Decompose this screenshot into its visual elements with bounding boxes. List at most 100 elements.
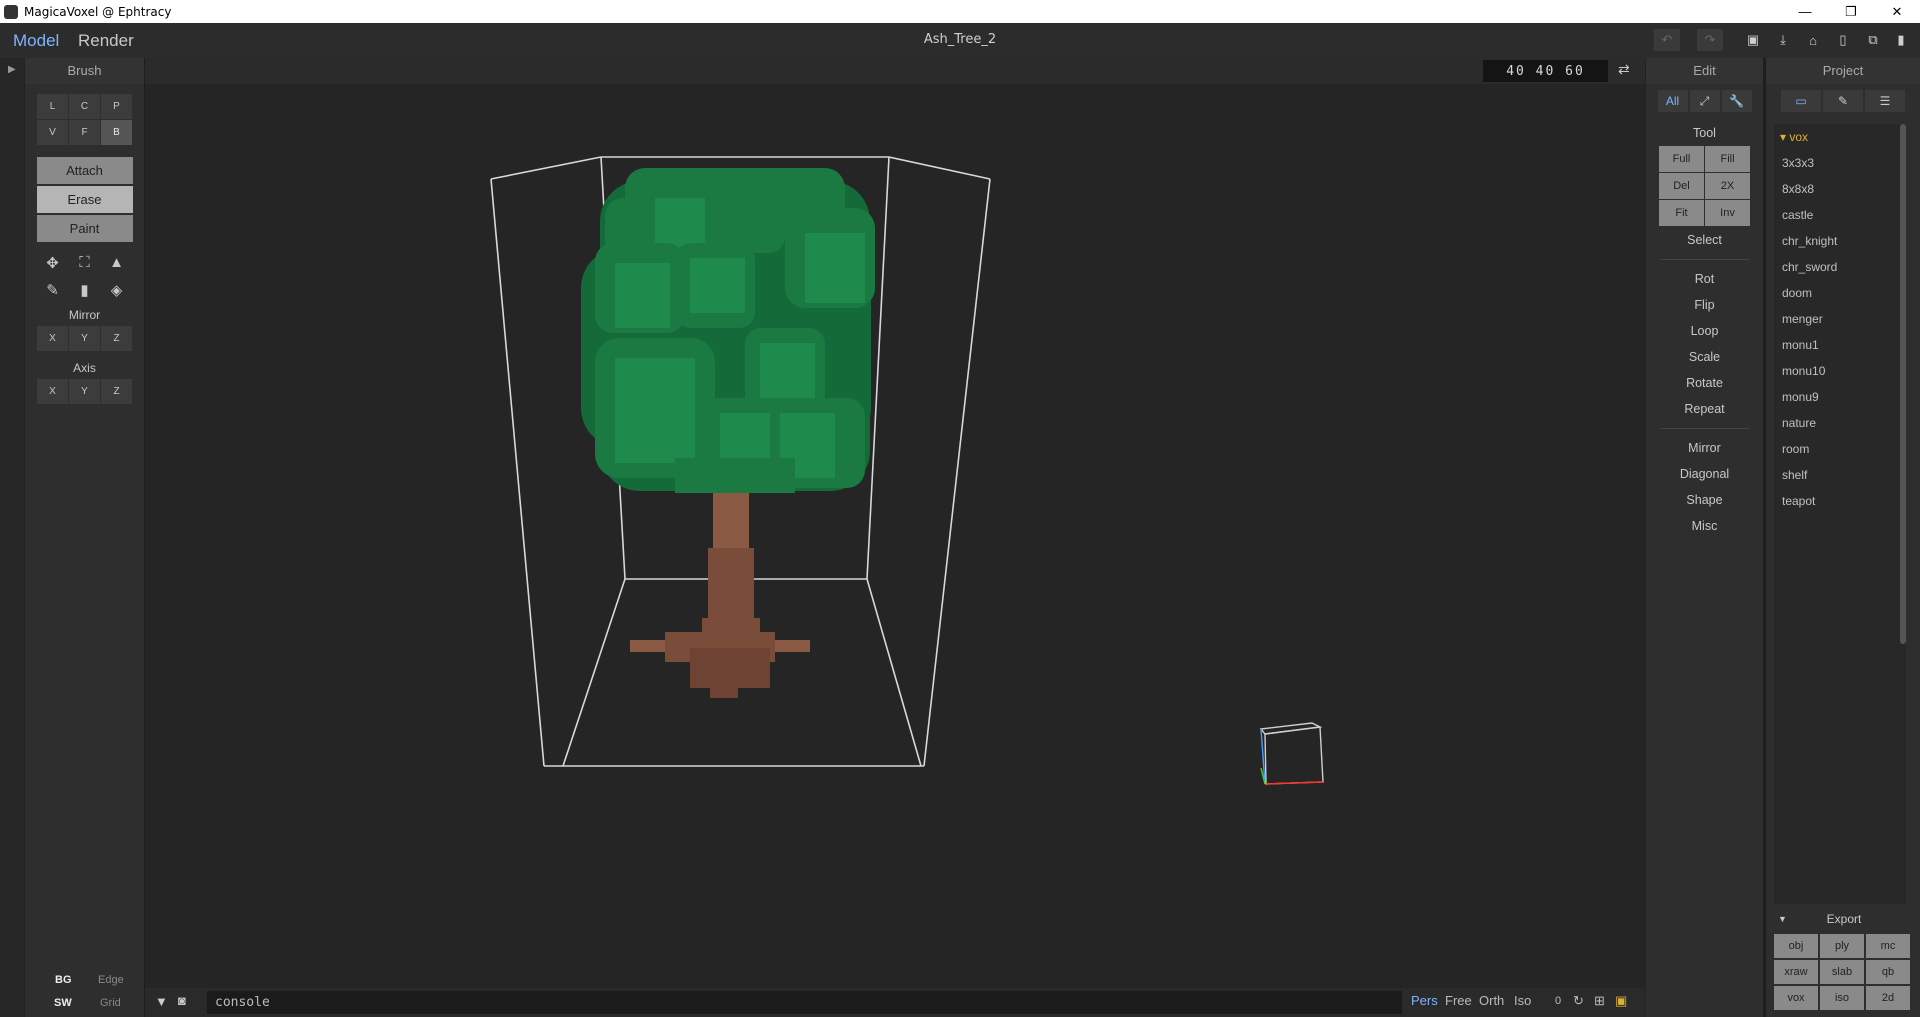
save-icon[interactable]: ▣ <box>1740 29 1766 51</box>
list-item[interactable]: nature <box>1774 410 1906 436</box>
list-item[interactable]: monu10 <box>1774 358 1906 384</box>
misc-button[interactable]: Misc <box>1646 513 1763 539</box>
list-item[interactable]: monu1 <box>1774 332 1906 358</box>
axis-x[interactable]: X <box>37 379 68 404</box>
select-button[interactable]: Select <box>1646 227 1763 253</box>
rotate-button[interactable]: Rotate <box>1646 370 1763 396</box>
view-index[interactable]: 0 <box>1555 995 1561 1007</box>
export-iso[interactable]: iso <box>1820 986 1864 1010</box>
tab-model[interactable]: Model <box>13 31 59 51</box>
export-obj[interactable]: obj <box>1774 934 1818 958</box>
file-list-scrollbar[interactable] <box>1900 124 1906 644</box>
edge-toggle[interactable]: Edge <box>98 974 124 986</box>
rot-button[interactable]: Rot <box>1646 266 1763 292</box>
view-orth[interactable]: Orth <box>1479 993 1504 1008</box>
orientation-cube[interactable] <box>1259 722 1324 785</box>
view-free[interactable]: Free <box>1445 993 1472 1008</box>
open-icon[interactable]: ⌂ <box>1800 29 1826 51</box>
tool-del[interactable]: Del <box>1659 173 1704 199</box>
export-2d[interactable]: 2d <box>1866 986 1910 1010</box>
redo-icon[interactable]: ↷ <box>1697 29 1723 51</box>
trash-icon[interactable]: ▮ <box>69 277 100 302</box>
camera-icon[interactable]: ◙ <box>178 993 186 1008</box>
list-item[interactable]: castle <box>1774 202 1906 228</box>
viewport[interactable]: 40 40 60 ⇄ <box>145 58 1645 988</box>
list-item[interactable]: 3x3x3 <box>1774 150 1906 176</box>
brush-type-v[interactable]: V <box>37 120 68 145</box>
minimize-button[interactable]: — <box>1782 0 1828 23</box>
list-item[interactable]: shelf <box>1774 462 1906 488</box>
list-item[interactable]: 8x8x8 <box>1774 176 1906 202</box>
edit-tab-all[interactable]: All <box>1657 90 1688 112</box>
scale-button[interactable]: Scale <box>1646 344 1763 370</box>
brush-type-p[interactable]: P <box>101 94 132 119</box>
layout-icon[interactable]: ⊞ <box>1594 993 1605 1009</box>
tool-inv[interactable]: Inv <box>1705 200 1750 226</box>
axis-y[interactable]: Y <box>69 379 100 404</box>
diagonal-button[interactable]: Diagonal <box>1646 461 1763 487</box>
grid-toggle[interactable]: Grid <box>100 997 121 1009</box>
axis-z[interactable]: Z <box>101 379 132 404</box>
voxel-scene[interactable] <box>145 58 1645 988</box>
copy-icon[interactable]: ⧉ <box>1860 29 1886 51</box>
brush-type-c[interactable]: C <box>69 94 100 119</box>
mirror-button[interactable]: Mirror <box>1646 435 1763 461</box>
close-button[interactable]: ✕ <box>1874 0 1920 23</box>
attach-button[interactable]: Attach <box>36 157 133 184</box>
export-mc[interactable]: mc <box>1866 934 1910 958</box>
sw-toggle[interactable]: SW <box>54 997 72 1009</box>
eyedropper-icon[interactable]: ✎ <box>37 277 68 302</box>
export-header[interactable]: ▼ Export <box>1774 908 1914 930</box>
list-item[interactable]: teapot <box>1774 488 1906 514</box>
delete-icon[interactable]: ▮ <box>1888 29 1914 51</box>
expand-arrow-icon[interactable]: ▶ <box>8 64 16 75</box>
repeat-button[interactable]: Repeat <box>1646 396 1763 422</box>
list-icon[interactable]: ☰ <box>1865 90 1905 112</box>
brush-icon[interactable]: ✎ <box>1823 90 1863 112</box>
new-icon[interactable]: ▯ <box>1830 29 1856 51</box>
cube-icon[interactable]: ▣ <box>1615 993 1627 1009</box>
list-item[interactable]: menger <box>1774 306 1906 332</box>
tool-fill[interactable]: Fill <box>1705 146 1750 172</box>
reset-view-icon[interactable]: ↻ <box>1573 993 1584 1009</box>
list-item[interactable]: doom <box>1774 280 1906 306</box>
mirror-z[interactable]: Z <box>101 326 132 351</box>
menu-arrow-icon[interactable]: ▼ <box>155 994 168 1009</box>
list-item[interactable]: chr_sword <box>1774 254 1906 280</box>
mirror-x[interactable]: X <box>37 326 68 351</box>
export-slab[interactable]: slab <box>1820 960 1864 984</box>
bucket-icon[interactable]: ◈ <box>101 277 132 302</box>
select-icon[interactable]: ⛶ <box>69 250 100 275</box>
tool-full[interactable]: Full <box>1659 146 1704 172</box>
save-as-icon[interactable]: ⤓ <box>1770 29 1796 51</box>
loop-button[interactable]: Loop <box>1646 318 1763 344</box>
folder-vox[interactable]: ▾ vox <box>1774 124 1906 150</box>
list-item[interactable]: chr_knight <box>1774 228 1906 254</box>
view-iso[interactable]: Iso <box>1514 993 1531 1008</box>
export-vox[interactable]: vox <box>1774 986 1818 1010</box>
shape-button[interactable]: Shape <box>1646 487 1763 513</box>
tool-fit[interactable]: Fit <box>1659 200 1704 226</box>
move-icon[interactable]: ✥ <box>37 250 68 275</box>
list-item[interactable]: room <box>1774 436 1906 462</box>
tool-2x[interactable]: 2X <box>1705 173 1750 199</box>
brush-type-l[interactable]: L <box>37 94 68 119</box>
paint-button[interactable]: Paint <box>36 215 133 242</box>
view-pers[interactable]: Pers <box>1411 993 1438 1008</box>
wrench-icon[interactable]: 🔧 <box>1721 90 1752 112</box>
export-ply[interactable]: ply <box>1820 934 1864 958</box>
erase-button[interactable]: Erase <box>36 186 133 213</box>
tab-render[interactable]: Render <box>78 31 134 51</box>
pointer-icon[interactable]: ▲ <box>101 250 132 275</box>
brush-type-b[interactable]: B <box>101 120 132 145</box>
bg-toggle[interactable]: BG <box>55 974 72 986</box>
mirror-y[interactable]: Y <box>69 326 100 351</box>
expand-icon[interactable]: ⤢ <box>1689 90 1720 112</box>
folder-icon[interactable]: ▭ <box>1781 90 1821 112</box>
undo-icon[interactable]: ↶ <box>1654 29 1680 51</box>
flip-button[interactable]: Flip <box>1646 292 1763 318</box>
console-input[interactable]: console <box>207 991 1402 1014</box>
maximize-button[interactable]: ❐ <box>1828 0 1874 23</box>
brush-type-f[interactable]: F <box>69 120 100 145</box>
export-qb[interactable]: qb <box>1866 960 1910 984</box>
